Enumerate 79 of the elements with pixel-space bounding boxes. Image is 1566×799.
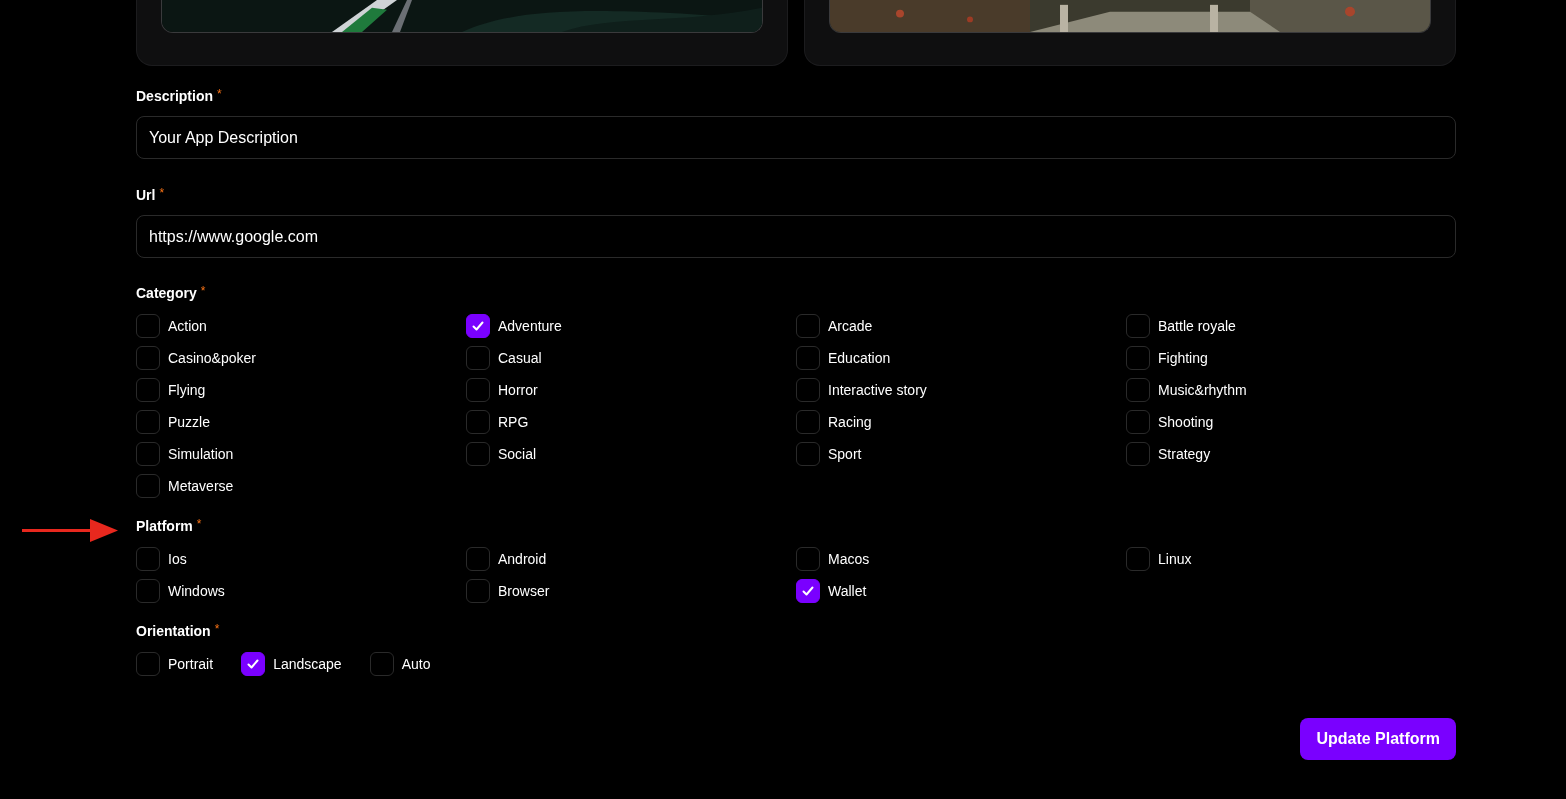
checkbox[interactable] (796, 378, 820, 402)
option-label: Macos (828, 550, 870, 569)
option-label: Arcade (828, 317, 873, 336)
checkbox[interactable] (136, 579, 160, 603)
update-button[interactable]: Update Platform (1300, 718, 1456, 760)
option-label: Android (498, 550, 547, 569)
option-label: Portrait (168, 655, 214, 674)
checkbox[interactable] (136, 442, 160, 466)
option-label: Metaverse (168, 477, 234, 496)
checkbox[interactable] (1126, 547, 1150, 571)
option-label: Casino&poker (168, 349, 256, 368)
checkbox[interactable] (796, 579, 820, 603)
annotation-arrow-icon (22, 518, 118, 544)
checkbox[interactable] (466, 547, 490, 571)
checkbox[interactable] (796, 314, 820, 338)
checkbox[interactable] (1126, 410, 1150, 434)
checkbox[interactable] (796, 346, 820, 370)
checkbox[interactable] (1126, 378, 1150, 402)
checkbox[interactable] (1126, 346, 1150, 370)
checkbox[interactable] (466, 410, 490, 434)
field-label: Platform (136, 517, 193, 536)
checkbox[interactable] (796, 410, 820, 434)
field-label: Description (136, 87, 213, 106)
checkbox[interactable] (796, 442, 820, 466)
option-label: Social (498, 445, 537, 464)
required-mark: * (200, 283, 206, 299)
checkbox[interactable] (241, 652, 266, 676)
option-label: Interactive story (828, 381, 927, 400)
option-label: Horror (498, 381, 538, 400)
option-label: Racing (828, 413, 872, 432)
checkbox[interactable] (466, 346, 490, 370)
required-mark: * (214, 621, 220, 637)
option-label: RPG (498, 413, 529, 432)
required-mark: * (196, 516, 202, 532)
option-label: Auto (401, 655, 431, 674)
option-label: Casual (498, 349, 542, 368)
option-label: Flying (168, 381, 206, 400)
checkmark-icon (246, 657, 261, 671)
checkbox[interactable] (466, 579, 490, 603)
option-label: Ios (168, 550, 187, 569)
field-label: Url (136, 186, 156, 205)
checkbox[interactable] (136, 314, 160, 338)
option-label: Adventure (498, 317, 562, 336)
checkbox[interactable] (466, 378, 490, 402)
checkbox[interactable] (1126, 442, 1150, 466)
checkbox[interactable] (796, 547, 820, 571)
checkbox[interactable] (136, 474, 160, 498)
option-label: Action (168, 317, 207, 336)
option-label: Shooting (1158, 413, 1214, 432)
checkbox[interactable] (136, 346, 160, 370)
required-mark: * (217, 86, 222, 102)
option-label: Wallet (828, 582, 867, 601)
option-label: Linux (1158, 550, 1192, 569)
option-label: Simulation (168, 445, 234, 464)
text-field[interactable]: https://www.google.com (136, 215, 1456, 258)
checkbox[interactable] (136, 410, 160, 434)
option-label: Landscape (273, 655, 342, 674)
field-label: Orientation (136, 622, 211, 641)
option-label: Education (828, 349, 891, 368)
option-label: Puzzle (168, 413, 211, 432)
checkbox[interactable] (1126, 314, 1150, 338)
text-field[interactable]: Your App Description (136, 116, 1456, 159)
checkbox[interactable] (136, 547, 160, 571)
checkbox[interactable] (136, 378, 160, 402)
option-label: Strategy (1158, 445, 1211, 464)
checkbox[interactable] (136, 652, 160, 676)
checkmark-icon (471, 319, 485, 333)
option-label: Windows (168, 582, 225, 601)
option-label: Battle royale (1158, 317, 1236, 336)
option-label: Sport (828, 445, 862, 464)
checkbox[interactable] (466, 314, 490, 338)
option-label: Browser (498, 582, 550, 601)
required-mark: * (159, 185, 165, 201)
option-label: Fighting (1158, 349, 1208, 368)
option-label: Music&rhythm (1158, 381, 1247, 400)
field-label: Category (136, 284, 197, 303)
checkbox[interactable] (369, 652, 394, 676)
checkbox[interactable] (466, 442, 490, 466)
checkmark-icon (801, 584, 815, 598)
